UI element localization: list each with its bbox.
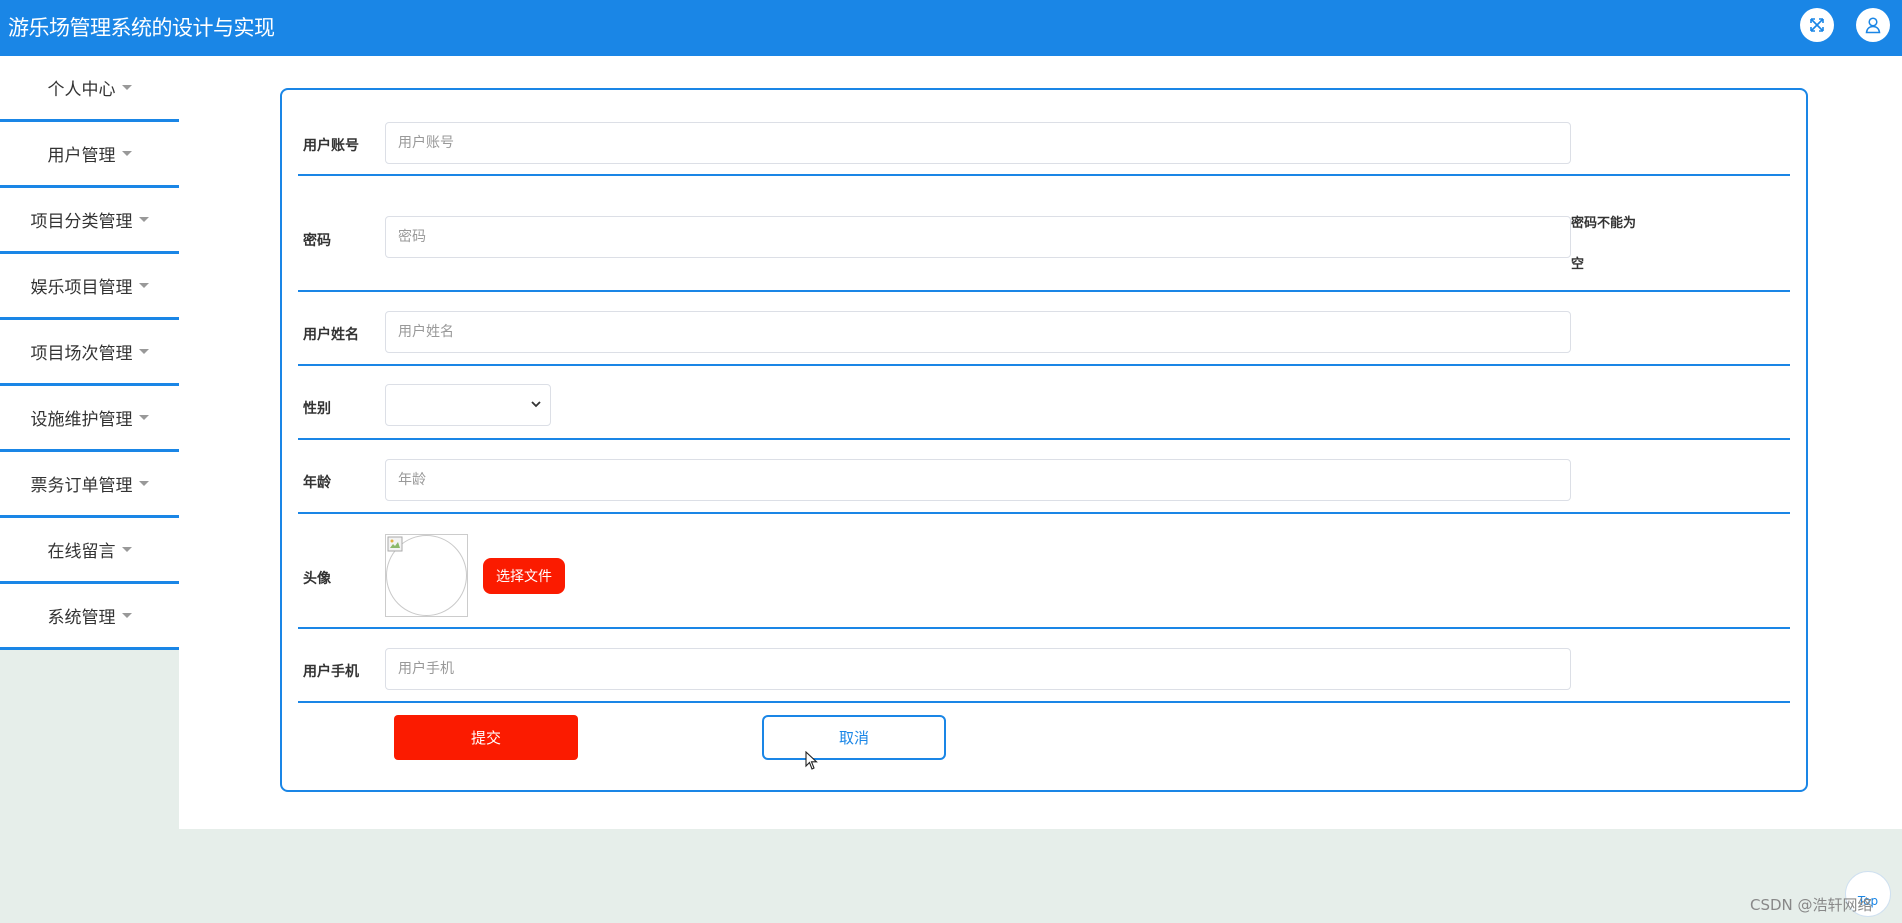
sidebar-item-messages[interactable]: 在线留言 — [0, 518, 179, 584]
sidebar-item-attraction-management[interactable]: 娱乐项目管理 — [0, 254, 179, 320]
form-row-password: 密码 密码不能为 空 — [298, 176, 1790, 292]
age-input[interactable] — [385, 459, 1571, 501]
password-error-line2: 空 — [1571, 257, 1585, 272]
sidebar-item-label: 设施维护管理 — [30, 410, 133, 430]
choose-file-button[interactable]: 选择文件 — [483, 558, 565, 594]
user-menu-button[interactable] — [1856, 8, 1890, 42]
user-icon — [1865, 17, 1881, 34]
caret-down-icon — [121, 613, 132, 618]
mouse-cursor-icon — [805, 751, 818, 770]
name-input[interactable] — [385, 311, 1571, 353]
app-title: 游乐场管理系统的设计与实现 — [8, 16, 275, 40]
caret-down-icon — [138, 415, 149, 420]
gender-label: 性别 — [303, 401, 331, 417]
age-label: 年龄 — [303, 475, 331, 491]
form-row-account: 用户账号 — [298, 90, 1790, 176]
phone-input[interactable] — [385, 648, 1571, 690]
account-input[interactable] — [385, 122, 1571, 164]
caret-down-icon — [138, 283, 149, 288]
account-label: 用户账号 — [303, 138, 359, 154]
sidebar-item-maintenance-management[interactable]: 设施维护管理 — [0, 386, 179, 452]
sidebar-item-label: 系统管理 — [47, 608, 116, 628]
password-error-line1: 密码不能为 — [1571, 216, 1637, 231]
sidebar-item-label: 用户管理 — [47, 146, 116, 166]
sidebar-item-personal-center[interactable]: 个人中心 — [0, 56, 179, 122]
avatar-label: 头像 — [303, 571, 331, 587]
form-row-age: 年龄 — [298, 440, 1790, 514]
broken-image-icon — [387, 536, 403, 552]
sidebar-item-session-management[interactable]: 项目场次管理 — [0, 320, 179, 386]
caret-down-icon — [121, 85, 132, 90]
sidebar-item-label: 项目分类管理 — [30, 212, 133, 232]
submit-button[interactable]: 提交 — [394, 715, 578, 760]
sidebar-item-label: 娱乐项目管理 — [30, 278, 133, 298]
sidebar-item-label: 票务订单管理 — [30, 476, 133, 496]
caret-down-icon — [138, 349, 149, 354]
sidebar-item-user-management[interactable]: 用户管理 — [0, 122, 179, 188]
sidebar-item-label: 个人中心 — [47, 80, 116, 100]
phone-label: 用户手机 — [303, 664, 359, 680]
caret-down-icon — [138, 481, 149, 486]
sidebar-item-ticket-order-management[interactable]: 票务订单管理 — [0, 452, 179, 518]
form-row-name: 用户姓名 — [298, 292, 1790, 366]
sidebar-item-system-management[interactable]: 系统管理 — [0, 584, 179, 650]
form-row-avatar: 头像 选择文件 — [298, 514, 1790, 629]
sidebar: 个人中心 用户管理 项目分类管理 娱乐项目管理 项目场次管理 设施维护管理 票务… — [0, 56, 179, 650]
caret-down-icon — [138, 217, 149, 222]
name-label: 用户姓名 — [303, 327, 359, 343]
form-row-gender: 性别 — [298, 366, 1790, 440]
cancel-button[interactable]: 取消 — [762, 715, 946, 760]
gender-select[interactable] — [385, 384, 551, 426]
avatar-preview — [385, 534, 468, 617]
sidebar-item-category-management[interactable]: 项目分类管理 — [0, 188, 179, 254]
form-row-phone: 用户手机 — [298, 629, 1790, 703]
user-form: 用户账号 密码 密码不能为 空 用户姓名 性别 年龄 — [280, 88, 1808, 792]
caret-down-icon — [121, 151, 132, 156]
sidebar-item-label: 在线留言 — [47, 542, 116, 562]
sidebar-item-label: 项目场次管理 — [30, 344, 133, 364]
top-header: 游乐场管理系统的设计与实现 — [0, 0, 1902, 56]
watermark: CSDN @浩轩网络 — [1750, 896, 1873, 914]
expand-icon — [1810, 18, 1824, 32]
main-content: 用户账号 密码 密码不能为 空 用户姓名 性别 年龄 — [179, 56, 1902, 829]
chevron-down-icon — [531, 401, 541, 408]
password-label: 密码 — [303, 233, 331, 249]
caret-down-icon — [121, 547, 132, 552]
password-input[interactable] — [385, 216, 1571, 258]
fullscreen-button[interactable] — [1800, 8, 1834, 42]
